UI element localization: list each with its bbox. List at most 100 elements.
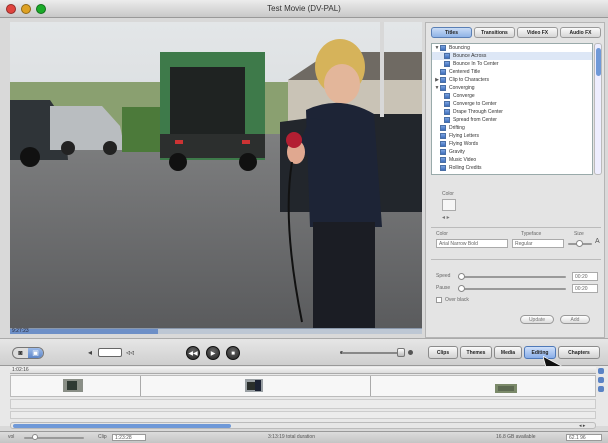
list-item[interactable]: Spread from Center	[432, 116, 592, 124]
size-slider-knob[interactable]	[576, 240, 583, 247]
ruler-time-label: 1:02:16	[12, 367, 29, 373]
timeline-clip[interactable]	[11, 376, 141, 396]
list-item[interactable]: Converge to Center	[432, 100, 592, 108]
list-item[interactable]: Music Video	[432, 156, 592, 164]
tab-video-fx[interactable]: Video FX	[517, 27, 558, 38]
list-item[interactable]: ▶ Clip to Characters	[432, 76, 592, 84]
timeline-zoom-slider[interactable]	[342, 352, 404, 354]
fullscreen-play-button[interactable]: ■	[226, 346, 240, 360]
pause-slider-knob[interactable]	[458, 285, 465, 292]
title-style-icon	[440, 125, 446, 131]
track-volume-knob[interactable]	[598, 377, 604, 383]
add-button[interactable]: Add	[560, 315, 590, 324]
over-black-checkbox[interactable]	[436, 297, 442, 303]
title-style-icon	[440, 69, 446, 75]
timeline-clip[interactable]	[141, 376, 371, 396]
play-button[interactable]: ▶	[206, 346, 220, 360]
timeline-clip[interactable]	[371, 376, 595, 396]
list-item[interactable]: Drape Through Center	[432, 108, 592, 116]
list-item[interactable]: Bounce In To Center	[432, 60, 592, 68]
title-style-icon	[444, 101, 450, 107]
disk-free-space: 16.8 GB available	[496, 434, 536, 440]
timeline-area: 1:02:16	[0, 366, 608, 426]
tab-audio-fx[interactable]: Audio FX	[560, 27, 601, 38]
volume-label: vol	[8, 434, 15, 440]
list-item[interactable]: Centered Title	[432, 68, 592, 76]
frame-counter: 62.1 96	[566, 434, 602, 441]
size-label: Size	[574, 231, 584, 237]
title-style-icon	[444, 117, 450, 123]
scrubber-time: 9:27:23	[12, 328, 29, 334]
typeface-select[interactable]: Regular	[512, 239, 564, 248]
pause-field[interactable]: 00:20	[572, 284, 598, 293]
timecode-field[interactable]: 1:23:28	[112, 434, 146, 441]
title-style-icon	[440, 149, 446, 155]
titles-list[interactable]: ▼ Bouncing Bounce Across Bounce In To Cen…	[431, 43, 593, 175]
font-color-label: Color	[436, 231, 448, 237]
zoom-in-icon	[408, 350, 413, 355]
camera-clip-mode-switch[interactable]: ◙ ▣	[12, 347, 44, 359]
status-bar: vol Clip 1:23:28 3:13:19 total duration …	[0, 431, 608, 443]
scrollbar-thumb[interactable]	[596, 48, 601, 76]
scrollbar-thumb[interactable]	[13, 424, 231, 428]
clip-mode-icon[interactable]: ▣	[28, 348, 43, 358]
title-style-icon	[440, 85, 446, 91]
title-style-icon	[440, 157, 446, 163]
volume-high-icon: ◃◃	[126, 348, 135, 357]
track-volume-knob[interactable]	[598, 368, 604, 374]
video-track[interactable]	[10, 375, 596, 397]
list-item[interactable]: Flying Words	[432, 140, 592, 148]
pause-slider[interactable]	[458, 288, 566, 290]
timeline-ruler[interactable]: 1:02:16	[10, 367, 596, 374]
project-duration: 3:13:19 total duration	[268, 434, 315, 440]
list-item[interactable]: Bounce Across	[432, 52, 592, 60]
list-item[interactable]: Rolling Credits	[432, 164, 592, 172]
list-item[interactable]: ▼ Bouncing	[432, 44, 592, 52]
list-item[interactable]: ▼ Converging	[432, 84, 592, 92]
title-style-icon	[440, 141, 446, 147]
cinema-mode-icon[interactable]	[98, 348, 122, 357]
audio-track-2[interactable]	[10, 411, 596, 419]
titles-pane: Titles Transitions Video FX Audio FX ▼ Bo…	[425, 22, 605, 338]
font-select[interactable]: Arial Narrow Bold	[436, 239, 508, 248]
pane-tab-media[interactable]: Media	[494, 346, 522, 359]
playhead-scrubber[interactable]: 9:27:23	[10, 328, 422, 334]
pane-tab-clips[interactable]: Clips	[428, 346, 458, 359]
typeface-label: Typeface	[521, 231, 542, 237]
list-item[interactable]: Flying Letters	[432, 132, 592, 140]
tab-titles[interactable]: Titles	[431, 27, 472, 38]
video-viewer[interactable]	[10, 22, 422, 328]
timeline-scrollbar[interactable]: ◂ ▸	[10, 422, 596, 429]
font-size-icon: A	[595, 238, 600, 245]
color-swatch[interactable]	[442, 199, 456, 211]
pane-tab-themes[interactable]: Themes	[460, 346, 492, 359]
list-item[interactable]: Converge	[432, 92, 592, 100]
camera-mode-icon[interactable]: ◙	[13, 348, 28, 358]
speed-slider-knob[interactable]	[458, 273, 465, 280]
window-titlebar: Test Movie (DV-PAL)	[0, 0, 608, 18]
pane-tab-chapters[interactable]: Chapters	[558, 346, 600, 359]
list-item[interactable]: Drifting	[432, 124, 592, 132]
direction-arrows-icon[interactable]: ◂ ▸	[442, 214, 450, 221]
speed-slider[interactable]	[458, 276, 566, 278]
volume-low-icon: ◂	[88, 348, 93, 357]
titles-list-scrollbar[interactable]	[594, 43, 602, 175]
scale-label: Clip	[98, 434, 107, 440]
divider	[431, 227, 601, 228]
track-volume-controls	[598, 368, 606, 395]
title-style-icon	[444, 53, 450, 59]
speed-label: Speed	[436, 273, 451, 279]
timeline-zoom-knob[interactable]	[397, 348, 405, 357]
update-button[interactable]: Update	[520, 315, 554, 324]
track-volume-knob[interactable]	[598, 386, 604, 392]
speed-field[interactable]: 00:20	[572, 272, 598, 281]
divider	[431, 259, 601, 260]
master-volume-knob[interactable]	[32, 434, 38, 440]
effect-tabs: Titles Transitions Video FX Audio FX	[431, 27, 601, 38]
tab-transitions[interactable]: Transitions	[474, 27, 515, 38]
audio-track-1[interactable]	[10, 399, 596, 409]
title-style-icon	[444, 93, 450, 99]
scroll-arrows-icon[interactable]: ◂ ▸	[579, 423, 585, 429]
rewind-button[interactable]: ◀◀	[186, 346, 200, 360]
list-item[interactable]: Gravity	[432, 148, 592, 156]
